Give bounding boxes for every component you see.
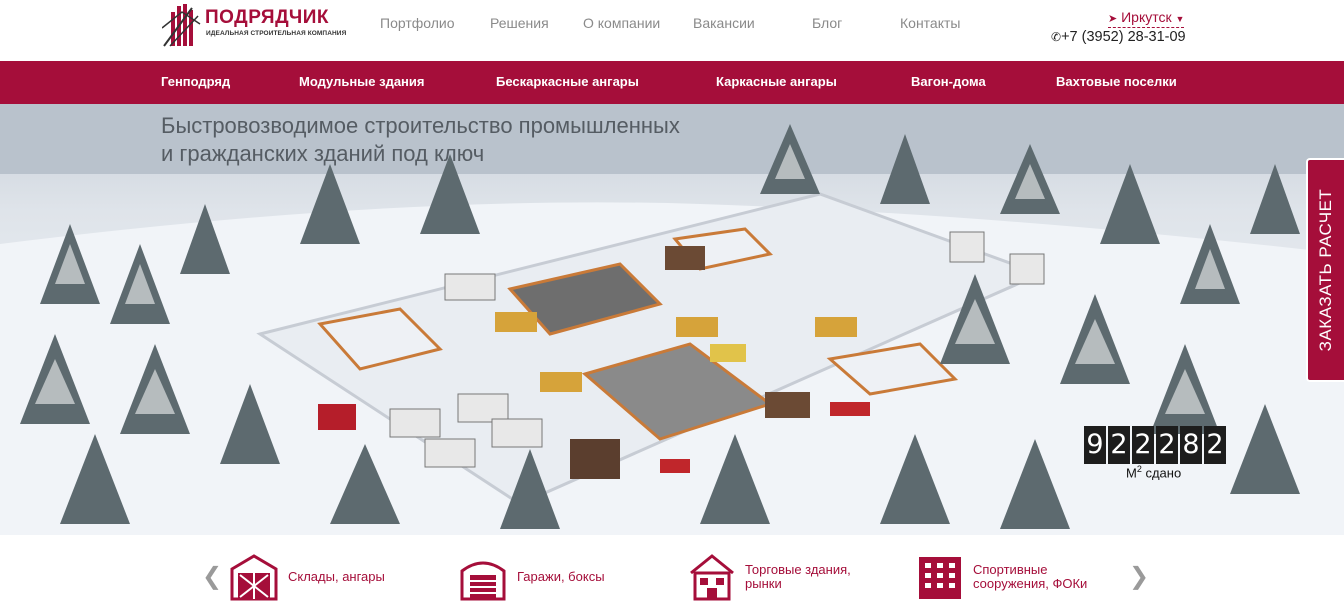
counter-label-text: сдано	[1141, 465, 1182, 481]
warehouse-icon	[230, 554, 278, 601]
category-label: Спортивные сооружения, ФОКи	[973, 562, 1088, 591]
counter-digit: 2	[1132, 426, 1154, 464]
logo-icon	[162, 4, 201, 47]
counter-unit: М	[1126, 465, 1137, 481]
logo-title: ПОДРЯДЧИК	[205, 7, 329, 28]
house-icon	[690, 554, 734, 601]
nav-about[interactable]: О компании	[583, 15, 660, 31]
category-nav: Генподряд Модульные здания Бескаркасные …	[0, 61, 1344, 104]
hero-banner: Быстровозводимое строительство промышлен…	[0, 104, 1344, 535]
catnav-frame-hangars[interactable]: Каркасные ангары	[716, 74, 837, 89]
header: ПОДРЯДЧИК ИДЕАЛЬНАЯ СТРОИТЕЛЬНАЯ КОМПАНИ…	[0, 0, 1344, 61]
category-warehouses[interactable]: Склады, ангары	[230, 553, 385, 601]
nav-vacancies[interactable]: Вакансии	[693, 15, 755, 31]
category-sports[interactable]: Спортивные сооружения, ФОКи	[917, 553, 1087, 601]
order-calculation-button[interactable]: ЗАКАЗАТЬ РАСЧЕТ	[1306, 158, 1344, 382]
location-arrow-icon: ➤	[1108, 13, 1118, 25]
catnav-modular[interactable]: Модульные здания	[299, 74, 425, 89]
chevron-down-icon: ▼	[1175, 14, 1185, 24]
category-label: Склады, ангары	[288, 569, 385, 584]
catnav-wagon-houses[interactable]: Вагон-дома	[911, 74, 986, 89]
nav-contacts[interactable]: Контакты	[900, 15, 960, 31]
counter-digit: 2	[1108, 426, 1130, 464]
phone-icon: ✆	[1051, 30, 1062, 44]
category-garages[interactable]: Гаражи, боксы	[459, 553, 605, 601]
counter-digit: 9	[1084, 426, 1106, 464]
nav-solutions[interactable]: Решения	[490, 15, 549, 31]
category-label: Гаражи, боксы	[517, 569, 605, 584]
garage-icon	[460, 561, 506, 601]
counter-digit: 2	[1156, 426, 1178, 464]
logo[interactable]: ПОДРЯДЧИК ИДЕАЛЬНАЯ СТРОИТЕЛЬНАЯ КОМПАНИ…	[162, 2, 346, 48]
category-retail[interactable]: Торговые здания, рынки	[689, 553, 851, 601]
area-counter: 9 2 2 2 8 2	[1084, 426, 1226, 464]
order-calculation-label: ЗАКАЗАТЬ РАСЧЕТ	[1316, 188, 1335, 352]
catnav-frameless-hangars[interactable]: Бескаркасные ангары	[496, 74, 639, 89]
phone-number: +7 (3952) 28-31-09	[1061, 29, 1186, 45]
nav-portfolio[interactable]: Портфолио	[380, 15, 455, 31]
counter-digit: 8	[1180, 426, 1202, 464]
city-name: Иркутск	[1121, 9, 1172, 25]
phone[interactable]: ✆+7 (3952) 28-31-09	[1051, 29, 1186, 45]
building-icon	[919, 557, 961, 599]
hero-title: Быстровозводимое строительство промышлен…	[161, 112, 721, 168]
hero-title-line-1: Быстровозводимое строительство промышлен…	[161, 113, 680, 138]
hero-title-line-2: и гражданских зданий под ключ	[161, 141, 485, 166]
logo-tagline: ИДЕАЛЬНАЯ СТРОИТЕЛЬНАЯ КОМПАНИЯ	[206, 30, 347, 37]
category-label: Торговые здания, рынки	[745, 562, 851, 591]
carousel-prev-icon[interactable]: ❮	[202, 562, 222, 590]
city-selector[interactable]: ➤ Иркутск ▼	[1108, 9, 1185, 28]
nav-blog[interactable]: Блог	[812, 15, 842, 31]
catnav-general-contract[interactable]: Генподряд	[161, 74, 230, 89]
carousel-next-icon[interactable]: ❯	[1129, 562, 1149, 590]
category-carousel: ❮ Склады, ангары Гаражи, боксы Торговые …	[0, 535, 1344, 613]
catnav-shift-camps[interactable]: Вахтовые поселки	[1056, 74, 1177, 89]
counter-label: М2 сдано	[1126, 464, 1181, 480]
counter-digit: 2	[1204, 426, 1226, 464]
